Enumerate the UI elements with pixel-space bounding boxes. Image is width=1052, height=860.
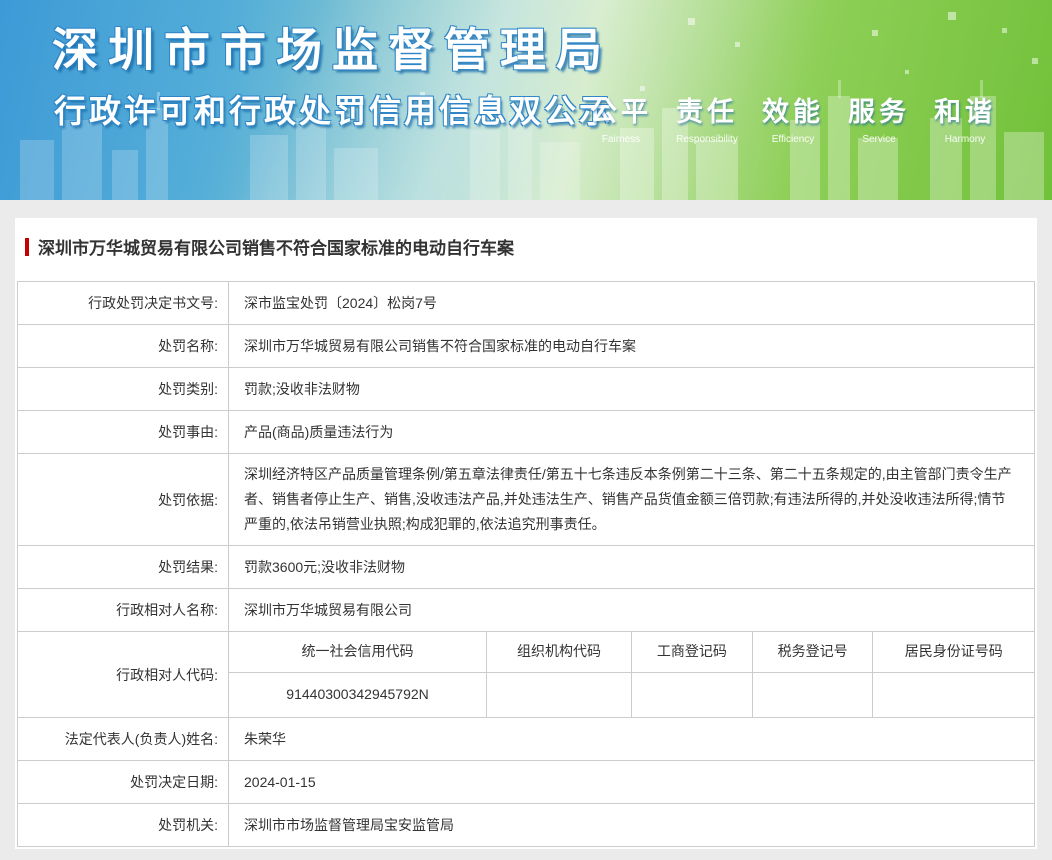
party-codes-table: 统一社会信用代码 组织机构代码 工商登记码 税务登记号 居民身份证号码 9144… [229, 632, 1034, 717]
table-row-decision-date: 处罚决定日期: 2024-01-15 [17, 760, 1035, 804]
row-label: 处罚机关: [17, 803, 229, 847]
table-row-penalty-reason: 处罚事由: 产品(商品)质量违法行为 [17, 410, 1035, 454]
slogan-en: Fairness [601, 134, 641, 145]
row-value: 深圳市市场监督管理局宝安监管局 [228, 803, 1035, 847]
slogan-cn: 和谐 [934, 97, 996, 127]
slogan-en: Responsibility [676, 134, 738, 145]
slogan-item: 责任 Responsibility [676, 90, 738, 145]
row-label: 行政处罚决定书文号: [17, 281, 229, 325]
row-label: 处罚结果: [17, 545, 229, 589]
slogan-en: Service [862, 134, 896, 145]
row-label: 法定代表人(负责人)姓名: [17, 717, 229, 761]
table-row-penalty-basis: 处罚依据: 深圳经济特区产品质量管理条例/第五章法律责任/第五十七条违反本条例第… [17, 453, 1035, 546]
title-accent-bar [25, 237, 29, 256]
slogan-strip: 公平 Fairness 责任 Responsibility 效能 Efficie… [590, 90, 996, 145]
row-label: 处罚决定日期: [17, 760, 229, 804]
code-value-tax [751, 671, 874, 717]
code-value-credit: 91440300342945792N [229, 671, 488, 717]
slogan-en: Harmony [944, 134, 986, 145]
table-row-penalty-name: 处罚名称: 深圳市万华城贸易有限公司销售不符合国家标准的电动自行车案 [17, 324, 1035, 368]
table-row-penalty-type: 处罚类别: 罚款;没收非法财物 [17, 367, 1035, 411]
code-header-id: 居民身份证号码 [872, 632, 1034, 673]
table-row-penalty-result: 处罚结果: 罚款3600元;没收非法财物 [17, 545, 1035, 589]
table-row-penalty-authority: 处罚机关: 深圳市市场监督管理局宝安监管局 [17, 803, 1035, 847]
page-title: 深圳市万华城贸易有限公司销售不符合国家标准的电动自行车案 [38, 239, 514, 258]
code-header-tax: 税务登记号 [751, 632, 874, 673]
codes-header-row: 统一社会信用代码 组织机构代码 工商登记码 税务登记号 居民身份证号码 [229, 632, 1034, 673]
slogan-cn: 责任 [676, 97, 738, 127]
code-header-credit: 统一社会信用代码 [229, 632, 488, 673]
content-panel: 深圳市万华城贸易有限公司销售不符合国家标准的电动自行车案 行政处罚决定书文号: … [15, 218, 1037, 849]
row-value: 罚款;没收非法财物 [228, 367, 1035, 411]
party-codes-cell: 统一社会信用代码 组织机构代码 工商登记码 税务登记号 居民身份证号码 9144… [228, 631, 1035, 718]
codes-value-row: 91440300342945792N [229, 671, 1034, 717]
row-value: 深圳经济特区产品质量管理条例/第五章法律责任/第五十七条违反本条例第二十三条、第… [228, 453, 1035, 546]
code-header-business: 工商登记码 [630, 632, 753, 673]
row-label: 处罚名称: [17, 324, 229, 368]
row-label: 处罚类别: [17, 367, 229, 411]
row-label: 行政相对人名称: [17, 588, 229, 632]
row-value: 深圳市万华城贸易有限公司 [228, 588, 1035, 632]
slogan-cn: 服务 [848, 97, 910, 127]
slogan-item: 服务 Service [848, 90, 910, 145]
code-value-id [872, 671, 1034, 717]
code-value-org [486, 671, 632, 717]
row-value: 深圳市万华城贸易有限公司销售不符合国家标准的电动自行车案 [228, 324, 1035, 368]
slogan-item: 公平 Fairness [590, 90, 652, 145]
code-header-org: 组织机构代码 [486, 632, 632, 673]
table-row-decision-number: 行政处罚决定书文号: 深市监宝处罚〔2024〕松岗7号 [17, 281, 1035, 325]
slogan-item: 效能 Efficiency [762, 90, 824, 145]
page-title-row: 深圳市万华城贸易有限公司销售不符合国家标准的电动自行车案 [17, 234, 1035, 259]
row-label: 处罚事由: [17, 410, 229, 454]
row-value: 朱荣华 [228, 717, 1035, 761]
slogan-item: 和谐 Harmony [934, 90, 996, 145]
row-value: 罚款3600元;没收非法财物 [228, 545, 1035, 589]
table-row-party-codes: 行政相对人代码: 统一社会信用代码 组织机构代码 工商登记码 税务登记号 居民身… [17, 631, 1035, 718]
penalty-info-table: 行政处罚决定书文号: 深市监宝处罚〔2024〕松岗7号 处罚名称: 深圳市万华城… [17, 281, 1035, 847]
table-row-party-name: 行政相对人名称: 深圳市万华城贸易有限公司 [17, 588, 1035, 632]
site-banner: 深圳市市场监督管理局 行政许可和行政处罚信用信息双公示 公平 Fairness … [0, 0, 1052, 200]
slogan-en: Efficiency [771, 134, 815, 145]
site-title: 深圳市市场监督管理局 [52, 24, 612, 76]
row-label: 行政相对人代码: [17, 631, 229, 718]
row-label: 处罚依据: [17, 453, 229, 546]
slogan-cn: 效能 [762, 97, 824, 127]
row-value: 产品(商品)质量违法行为 [228, 410, 1035, 454]
table-row-legal-representative: 法定代表人(负责人)姓名: 朱荣华 [17, 717, 1035, 761]
code-value-business [630, 671, 753, 717]
slogan-cn: 公平 [590, 97, 652, 127]
row-value: 2024-01-15 [228, 760, 1035, 804]
row-value: 深市监宝处罚〔2024〕松岗7号 [228, 281, 1035, 325]
site-subtitle: 行政许可和行政处罚信用信息双公示 [54, 93, 615, 129]
